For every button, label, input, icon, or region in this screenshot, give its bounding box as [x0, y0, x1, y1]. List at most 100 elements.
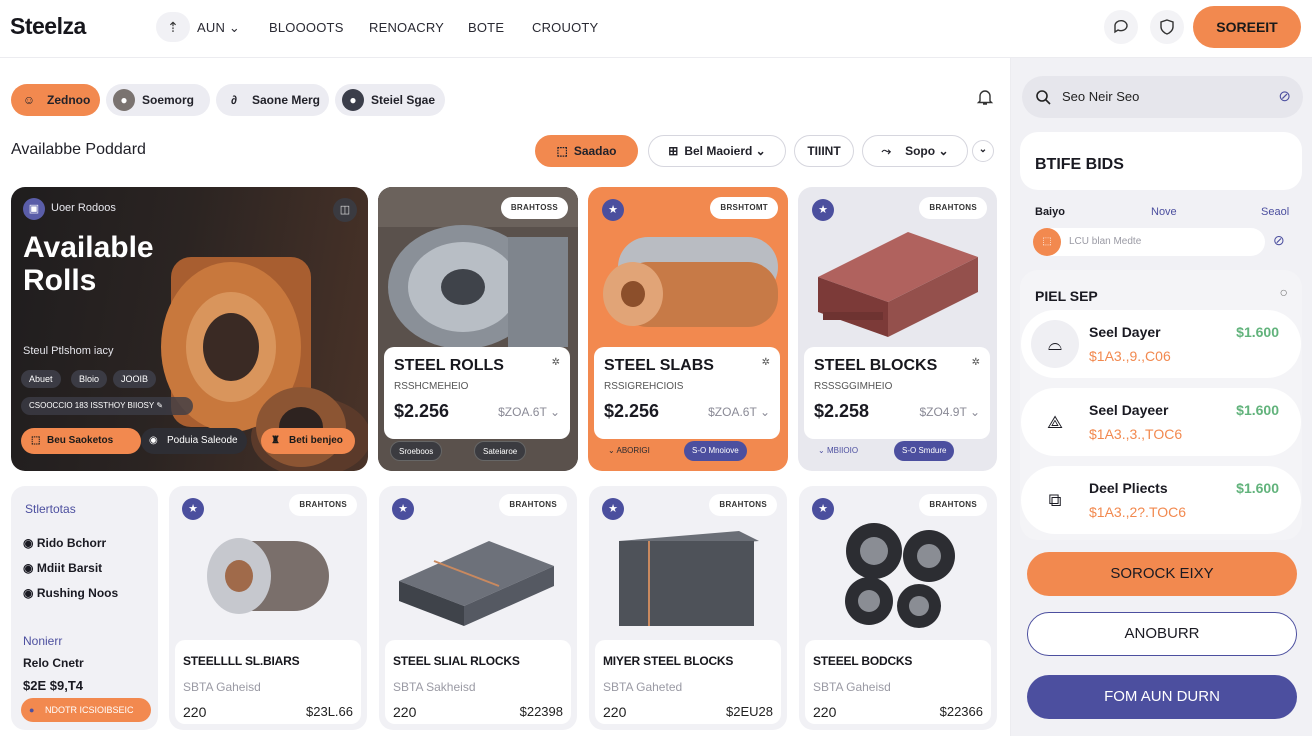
product-card[interactable]: ★ BRAHTONS STEEEL BODCKS SBTA Gaheisd 22…: [799, 486, 997, 730]
product-tag[interactable]: S-O Mnoiove: [684, 441, 747, 461]
bell-icon[interactable]: [976, 88, 994, 111]
grid-icon: ⊞: [668, 144, 679, 158]
tint-button[interactable]: TIIINT: [794, 135, 854, 167]
tertiary-action-button[interactable]: FOM AUN DURN: [1027, 675, 1297, 719]
bid-row[interactable]: ⟁ Seel Dayeer $1A3.,3.,TOC6 $1.600: [1021, 388, 1301, 456]
hero-tag-pill[interactable]: Bloio: [71, 370, 108, 388]
primary-action-button[interactable]: SOROCK EIXY: [1027, 552, 1297, 596]
filter-option[interactable]: ◉ Rushing Noos: [23, 586, 118, 600]
box-icon: ⧉: [1048, 490, 1062, 510]
product-name: STEEL BLOCKS: [814, 357, 938, 374]
settings-icon[interactable]: ✲: [762, 357, 770, 368]
product-card[interactable]: BRAHTOSS STEEL ROLLS ✲ RSSHCMEHEIO $2.25…: [378, 187, 578, 471]
product-sub: SBTA Gaheisd: [183, 680, 261, 694]
product-tag[interactable]: Sateiaroe: [474, 441, 527, 461]
product-price: $2.256: [604, 401, 660, 421]
sort-dropdown[interactable]: ⤳ Sopo ⌄: [862, 135, 968, 167]
filter-primary-button[interactable]: ⬚ Saadao: [535, 135, 638, 167]
settings-icon[interactable]: ✲: [552, 357, 560, 368]
nav-item-crouoty[interactable]: CROUOTY: [532, 20, 598, 35]
bid-row[interactable]: ⌓ Seel Dayer $1A3.,9.,C06 $1.600: [1021, 310, 1301, 378]
chevron-down-icon: ⌄: [759, 405, 770, 419]
secondary-action-button[interactable]: ANOBURR: [1027, 612, 1297, 656]
product-meta[interactable]: $ZOA.6T ⌄: [498, 405, 560, 419]
product-meta[interactable]: $ZOA.6T ⌄: [708, 405, 770, 419]
nav-item-bloooots[interactable]: BLOOOOTS: [269, 20, 344, 35]
shield-icon[interactable]: [1150, 10, 1184, 44]
check-circle-icon[interactable]: ⊘: [1278, 76, 1291, 118]
check-circle-icon[interactable]: ⊘: [1273, 232, 1285, 249]
product-sub: RSSIGREHCIOIS: [604, 381, 684, 392]
user-icon: ☺: [18, 89, 40, 111]
filter-sublabel: Relo Cnetr: [23, 656, 84, 670]
tab-baiyo[interactable]: Baiyo: [1035, 206, 1065, 218]
product-name: STEEL ROLLS: [394, 357, 504, 374]
tab-nove[interactable]: Nove: [1151, 206, 1177, 218]
product-card[interactable]: ★ BRAHTONS STEEL BLOCKS ✲ RSSSGGIMHEIO $…: [798, 187, 997, 471]
product-name: STEELLLL SL.BIARS: [183, 654, 300, 668]
settings-icon[interactable]: ✲: [972, 357, 980, 368]
avatar: ●: [113, 89, 135, 111]
product-qty: 220: [813, 704, 837, 720]
hero-tag-pill[interactable]: JOOIB: [113, 370, 157, 388]
top-bar: Steelza ⇡ AUN ⌄ BLOOOOTS RENOACRY BOTE C…: [0, 0, 1312, 58]
hero-note: CSOOCCIO 183 ISSTHOY BIIOSY ✎: [21, 397, 193, 415]
circle-icon[interactable]: ○: [1280, 284, 1288, 300]
brand-logo[interactable]: Steelza: [10, 13, 86, 40]
status-badge: BRSHTOMT: [710, 197, 778, 219]
product-tag[interactable]: ⌄ MBIIOIO: [810, 441, 866, 461]
product-card[interactable]: ★ BRSHTOMT STEEL SLABS ✲ RSSIGREHCIOIS $…: [588, 187, 788, 471]
category-icon: ▣: [23, 198, 45, 220]
filter-apply-button[interactable]: ● NDOTR ICSIOIBSEIC: [21, 698, 151, 722]
product-qty: 220: [183, 704, 207, 720]
bids-header-panel: BTIFE BIDS: [1020, 132, 1302, 190]
chip-zednoo[interactable]: ☺ Zednoo: [11, 84, 100, 116]
product-price: $2.256: [394, 401, 450, 421]
info-icon: ◉: [149, 435, 158, 446]
nav-item-bote[interactable]: BOTE: [468, 20, 504, 35]
crane-icon: ⟁: [1046, 412, 1064, 432]
product-tag[interactable]: ⌄ ABORIGI: [600, 441, 658, 461]
product-tag[interactable]: Sroeboos: [390, 441, 443, 461]
product-name: MIYER STEEL BLOCKS: [603, 654, 734, 668]
chip-steiel-sgae[interactable]: ● Steiel Sgae: [335, 84, 445, 116]
bag-icon: ♜: [271, 435, 280, 446]
product-name: STEEL SLABS: [604, 357, 714, 374]
bid-input[interactable]: ⬚ LCU blan Medte: [1033, 228, 1265, 256]
product-tag[interactable]: S-O Smdure: [894, 441, 955, 461]
radio-icon: ◉: [23, 561, 34, 575]
header-cta-button[interactable]: SOREEIT: [1193, 6, 1301, 48]
hero-button-primary[interactable]: ⬚ Beu Saoketos: [21, 428, 141, 454]
hero-subtitle: Steul Ptlshom iacy: [23, 345, 114, 357]
filter-option[interactable]: ◉ Mdiit Barsit: [23, 561, 102, 575]
sidebar-search-input[interactable]: Seo Neir Seo ⊘: [1022, 76, 1303, 118]
product-info: STEEL BLOCKS ✲ RSSSGGIMHEIO $2.258 $ZO4.…: [804, 347, 990, 439]
steel-block-image: [619, 531, 759, 626]
product-card[interactable]: ★ BRAHTONS STEELLLL SL.BIARS SBTA Gaheis…: [169, 486, 367, 730]
hero-tag-pill[interactable]: Abuet: [21, 370, 61, 388]
nav-item-renoacry[interactable]: RENOACRY: [369, 20, 444, 35]
tab-seaol[interactable]: Seaol: [1261, 206, 1289, 218]
product-qty: 220: [603, 704, 627, 720]
expand-icon[interactable]: ◫: [333, 198, 357, 222]
product-meta[interactable]: $ZO4.9T ⌄: [919, 405, 980, 419]
bid-row[interactable]: ⧉ Deel Pliects $1A3.,2?.TOC6 $1.600: [1021, 466, 1301, 534]
hero-card[interactable]: ▣ Uoer Rodoos ◫ Available Rolls Steul Pt…: [11, 187, 368, 471]
hero-button-secondary[interactable]: ◉ Poduia Saleode: [141, 428, 247, 454]
chat-icon[interactable]: [1104, 10, 1138, 44]
listing-title: PIEL SEP: [1035, 288, 1098, 304]
tag-icon: ⬚: [556, 144, 568, 158]
hero-button-tertiary[interactable]: ♜ Beti benjeo: [261, 428, 355, 454]
product-card[interactable]: ★ BRAHTONS MIYER STEEL BLOCKS SBTA Gahet…: [589, 486, 787, 730]
more-chevron-icon[interactable]: ⌄: [972, 140, 994, 162]
material-dropdown[interactable]: ⊞ Bel Maoierd ⌄: [648, 135, 786, 167]
nav-item-aun[interactable]: AUN ⌄: [197, 20, 240, 36]
filter-option[interactable]: ◉ Rido Bchorr: [23, 536, 106, 550]
chip-saone-merg[interactable]: ∂ Saone Merg: [216, 84, 329, 116]
product-card[interactable]: ★ BRAHTONS STEEL SLIAL RLOCKS SBTA Sakhe…: [379, 486, 577, 730]
product-name: STEEEL BODCKS: [813, 654, 913, 668]
chip-soemorg[interactable]: ● Soemorg: [106, 84, 210, 116]
cart-icon: ⬚: [31, 435, 41, 446]
nav-up-icon[interactable]: ⇡: [156, 12, 190, 42]
search-icon: [1035, 76, 1051, 122]
